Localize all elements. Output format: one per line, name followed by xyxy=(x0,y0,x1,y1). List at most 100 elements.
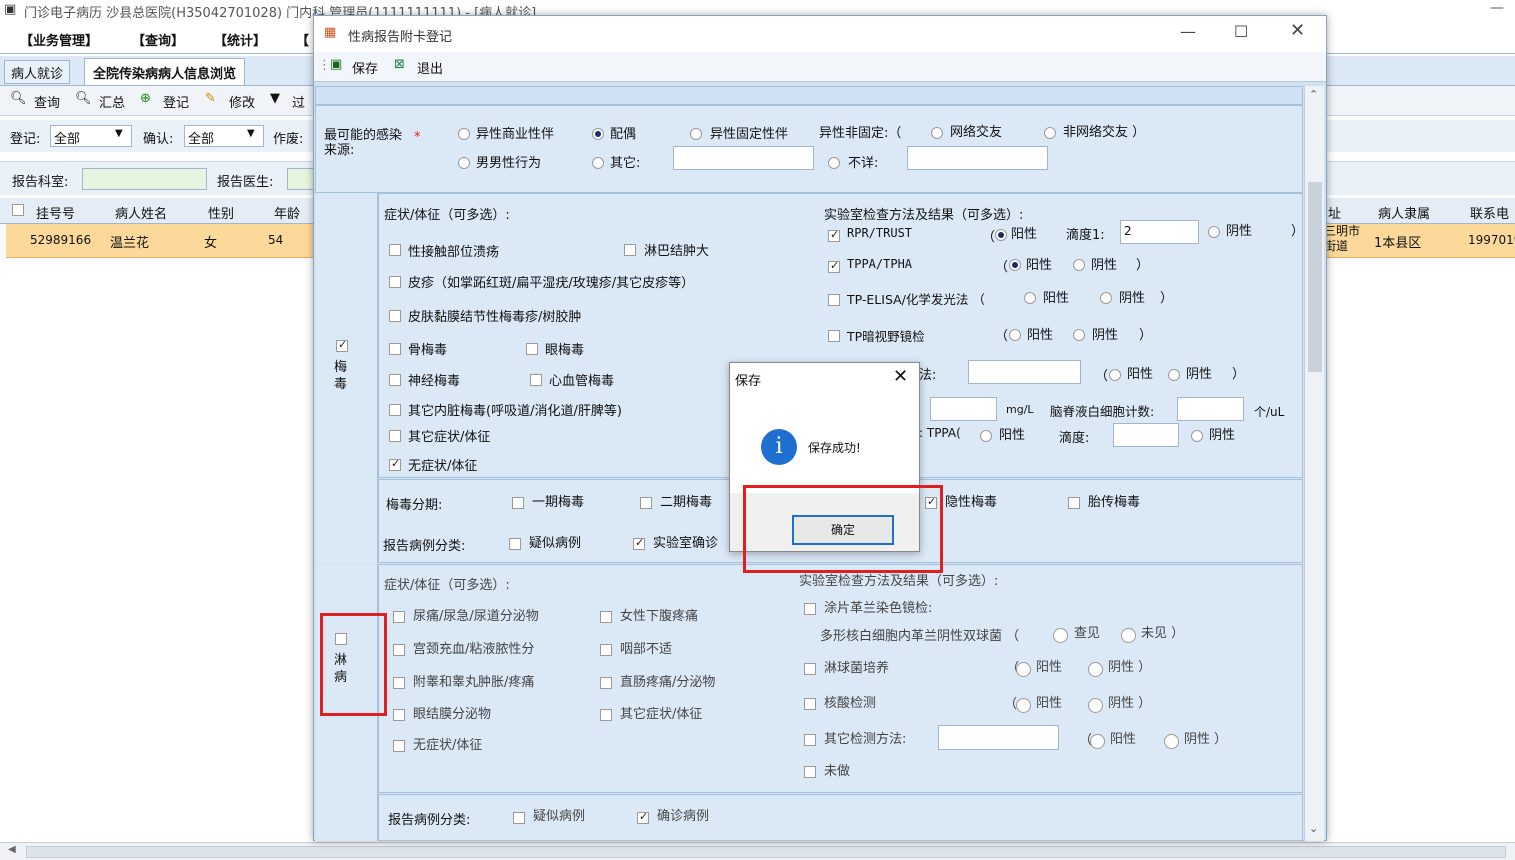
radio-seen[interactable] xyxy=(1053,628,1068,643)
edit-button[interactable]: 修改 xyxy=(229,92,255,111)
col-age[interactable]: 年龄 xyxy=(274,203,300,222)
radio-tppa-neg[interactable] xyxy=(1073,259,1085,271)
cb-nodular[interactable] xyxy=(389,310,401,322)
cb-rash[interactable] xyxy=(389,276,401,288)
horizontal-scrollbar[interactable]: ◀ xyxy=(0,842,1515,860)
radio-culture-pos[interactable] xyxy=(1016,662,1031,677)
cb-bone[interactable] xyxy=(389,343,401,355)
cb-visceral[interactable] xyxy=(389,404,401,416)
cb-congenital[interactable] xyxy=(1068,497,1080,509)
cb-contact-ulcer[interactable] xyxy=(389,244,401,256)
col-sex[interactable]: 性别 xyxy=(208,203,234,222)
radio-csf-pos[interactable] xyxy=(980,430,992,442)
register-button[interactable]: 登记 xyxy=(163,92,189,111)
minimize-icon[interactable]: — xyxy=(1180,22,1196,41)
radio-other[interactable] xyxy=(592,157,604,169)
csf-protein-input[interactable] xyxy=(930,397,997,421)
minimize-icon[interactable]: — xyxy=(1490,0,1504,16)
cb-no-sym[interactable] xyxy=(389,457,401,471)
cb-gono-confirmed[interactable] xyxy=(637,810,649,824)
other-source-input[interactable] xyxy=(673,146,814,170)
radio-darkfield-pos[interactable] xyxy=(1009,329,1021,341)
other-test-input[interactable] xyxy=(938,725,1059,750)
titer1-input[interactable]: 2 xyxy=(1120,220,1199,244)
unknown-source-input[interactable] xyxy=(907,146,1048,170)
method-input[interactable] xyxy=(968,360,1081,384)
cb-other-sym[interactable] xyxy=(389,430,401,442)
radio-culture-neg[interactable] xyxy=(1088,662,1103,677)
cb-cardio[interactable] xyxy=(530,374,542,386)
radio-rpr-pos[interactable] xyxy=(995,229,1007,241)
cb-not-done[interactable] xyxy=(804,766,816,778)
syphilis-checkbox[interactable] xyxy=(336,338,348,352)
radio-csf-neg[interactable] xyxy=(1191,430,1203,442)
radio-spouse[interactable] xyxy=(592,128,604,140)
scroll-down-icon[interactable]: ⌄ xyxy=(1309,822,1318,835)
close-icon[interactable]: ✕ xyxy=(893,366,908,387)
filter-button[interactable]: 过 xyxy=(292,92,305,111)
radio-tppa-pos[interactable] xyxy=(1009,259,1021,271)
menu-stats[interactable]: 【统计】 xyxy=(214,30,266,49)
cb-lower-abd[interactable] xyxy=(600,611,612,623)
cb-darkfield[interactable] xyxy=(828,330,840,342)
cb-syph-suspected[interactable] xyxy=(509,538,521,550)
col-reg-no[interactable]: 挂号号 xyxy=(36,203,75,222)
select-all-checkbox[interactable] xyxy=(12,204,24,216)
scroll-left-icon[interactable]: ◀ xyxy=(8,844,16,855)
radio-rpr-neg[interactable] xyxy=(1208,226,1220,238)
col-belong[interactable]: 病人隶属 xyxy=(1378,203,1430,222)
vertical-scrollbar[interactable]: ⌃ ⌄ xyxy=(1304,86,1324,841)
cb-gram[interactable] xyxy=(804,603,816,615)
cb-syph-confirmed[interactable] xyxy=(633,536,645,550)
cb-lymph[interactable] xyxy=(624,244,636,256)
csf-wbc-input[interactable] xyxy=(1177,397,1244,421)
tab-patient-visit[interactable]: 病人就诊 xyxy=(4,60,71,84)
exit-button[interactable]: 退出 xyxy=(417,58,443,77)
menu-query[interactable]: 【查询】 xyxy=(132,30,184,49)
scroll-thumb[interactable] xyxy=(1308,182,1322,372)
cb-elisa[interactable] xyxy=(828,294,840,306)
radio-hetero-fixed[interactable] xyxy=(690,128,702,140)
radio-online-friend[interactable] xyxy=(931,127,943,139)
col-addr[interactable]: 址 xyxy=(1328,203,1341,222)
query-button[interactable]: 查询 xyxy=(34,92,60,111)
cb-culture[interactable] xyxy=(804,663,816,675)
radio-nucleic-neg[interactable] xyxy=(1088,698,1103,713)
summary-button[interactable]: 汇总 xyxy=(99,92,125,111)
col-name[interactable]: 病人姓名 xyxy=(115,203,167,222)
cb-stage1[interactable] xyxy=(512,497,524,509)
radio-nucleic-pos[interactable] xyxy=(1016,698,1031,713)
cb-stage2[interactable] xyxy=(640,497,652,509)
maximize-icon[interactable]: ☐ xyxy=(1234,22,1248,41)
cb-epididymis[interactable] xyxy=(393,677,405,689)
radio-unseen[interactable] xyxy=(1121,628,1136,643)
radio-method-pos[interactable] xyxy=(1109,369,1121,381)
save-button[interactable]: 保存 xyxy=(352,58,378,77)
dept-input[interactable] xyxy=(82,168,207,190)
cb-other-test[interactable] xyxy=(804,734,816,746)
cb-gono-suspected[interactable] xyxy=(513,812,525,824)
cb-throat[interactable] xyxy=(600,644,612,656)
radio-msm[interactable] xyxy=(458,157,470,169)
cb-rectal[interactable] xyxy=(600,677,612,689)
cb-urethral[interactable] xyxy=(393,611,405,623)
csf-titer-input[interactable] xyxy=(1113,423,1179,447)
radio-elisa-pos[interactable] xyxy=(1024,292,1036,304)
tab-infectious-browse[interactable]: 全院传染病病人信息浏览 xyxy=(84,58,246,86)
confirm-select[interactable]: 全部 ▼ xyxy=(184,125,264,147)
radio-offline-friend[interactable] xyxy=(1044,127,1056,139)
reg-select[interactable]: 全部 ▼ xyxy=(50,125,132,147)
radio-hetero-commercial[interactable] xyxy=(458,128,470,140)
radio-elisa-neg[interactable] xyxy=(1100,292,1112,304)
radio-unknown[interactable] xyxy=(828,157,840,169)
col-phone[interactable]: 联系电 xyxy=(1470,203,1509,222)
scroll-up-icon[interactable]: ⌃ xyxy=(1309,88,1318,101)
menu-business[interactable]: 【业务管理】 xyxy=(20,30,98,49)
menu-more[interactable]: 【 xyxy=(296,30,309,49)
radio-darkfield-neg[interactable] xyxy=(1073,329,1085,341)
cb-gono-other[interactable] xyxy=(600,709,612,721)
radio-other-neg[interactable] xyxy=(1164,734,1179,749)
cb-eye[interactable] xyxy=(526,343,538,355)
cb-tppa[interactable] xyxy=(828,259,840,273)
close-icon[interactable]: ✕ xyxy=(1290,20,1305,41)
